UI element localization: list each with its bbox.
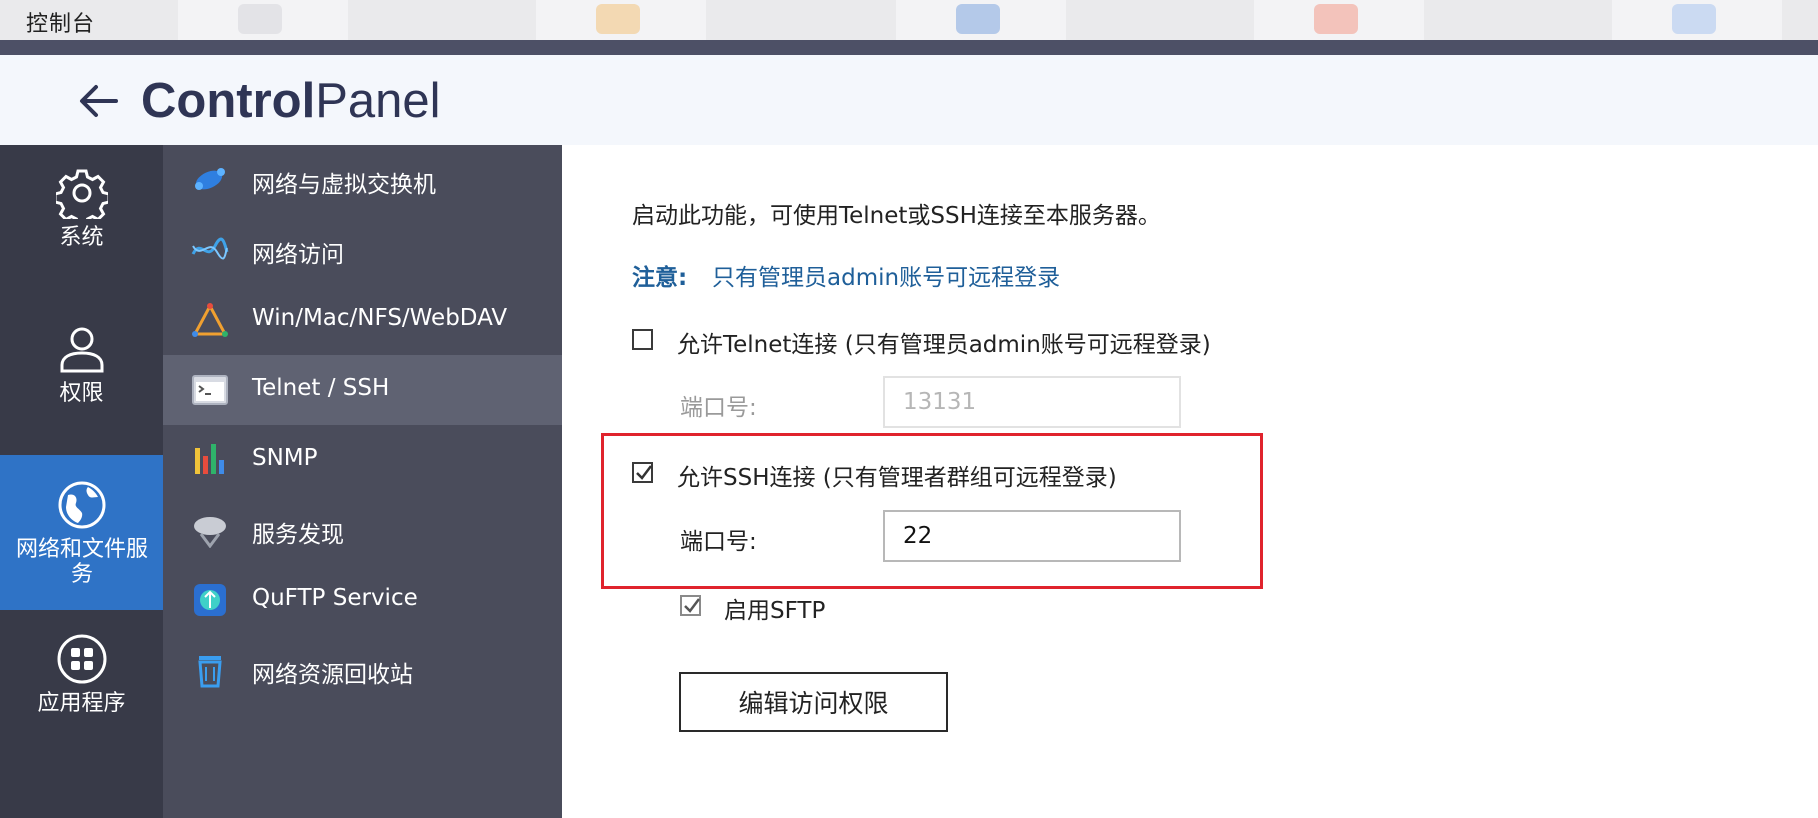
checkmark-icon: [684, 598, 700, 613]
rail-item-system[interactable]: 系统: [0, 167, 163, 287]
note-text: 只有管理员admin账号可远程登录: [712, 265, 1061, 291]
console-topbar: 控制台: [0, 0, 1818, 40]
description-text: 启动此功能，可使用Telnet或SSH连接至本服务器。: [632, 203, 1161, 229]
satellite-dish-icon: [194, 517, 226, 548]
sub-menu: 网络与虚拟交换机 网络访问 Win/Mac/NFS/WebDAV Telnet …: [163, 145, 562, 818]
rail-label: 网络和文件服务: [15, 537, 148, 587]
rail-item-applications[interactable]: 应用程序: [0, 633, 163, 753]
terminal-icon: [192, 375, 228, 405]
submenu-label: 网络与虚拟交换机: [252, 172, 436, 198]
app-tile[interactable]: [536, 0, 706, 40]
rail-label: 应用程序: [37, 691, 126, 716]
submenu-label: 网络资源回收站: [252, 662, 413, 688]
file-protocols-icon: [192, 302, 228, 337]
rail-label: 权限: [59, 381, 104, 406]
telnet-port-input[interactable]: [883, 376, 1181, 428]
page-title-light: Panel: [315, 74, 441, 128]
sftp-checkbox[interactable]: [680, 595, 701, 616]
network-switch-icon: [195, 168, 225, 190]
app-tile[interactable]: [1612, 0, 1782, 40]
user-icon: [60, 327, 103, 373]
apps-grid-icon: [57, 634, 106, 684]
window-frame-band: [0, 40, 1818, 55]
gear-icon: [55, 169, 108, 219]
submenu-label: 网络访问: [252, 242, 344, 268]
submenu-item-network-switch[interactable]: 网络与虚拟交换机: [163, 145, 562, 215]
rail-label: 系统: [59, 225, 104, 250]
app-tile[interactable]: [1254, 0, 1424, 40]
page-title: ControlPanel: [141, 73, 441, 129]
app-header: ControlPanel: [0, 55, 1818, 145]
submenu-label: 服务发现: [252, 522, 344, 548]
ssh-port-label: 端口号:: [680, 529, 757, 555]
edit-access-permissions-button[interactable]: 编辑访问权限: [679, 672, 948, 732]
submenu-item-recycle-bin[interactable]: 网络资源回收站: [163, 635, 562, 705]
submenu-label: Win/Mac/NFS/WebDAV: [252, 305, 508, 331]
arrow-left-icon[interactable]: [76, 81, 120, 121]
recycle-bin-icon: [198, 656, 222, 688]
submenu-label: QuFTP Service: [252, 585, 418, 611]
network-access-icon: [191, 237, 229, 260]
rail-item-permissions[interactable]: 权限: [0, 323, 163, 443]
submenu-item-service-discovery[interactable]: 服务发现: [163, 495, 562, 565]
submenu-item-file-protocols[interactable]: Win/Mac/NFS/WebDAV: [163, 285, 562, 355]
submenu-label: SNMP: [252, 445, 318, 471]
ssh-checkbox[interactable]: [632, 462, 653, 483]
ssh-label: 允许SSH连接 (只有管理者群组可远程登录): [677, 465, 1117, 491]
page-title-bold: Control: [141, 74, 316, 128]
bar-chart-icon: [195, 444, 224, 474]
submenu-label: Telnet / SSH: [252, 375, 390, 401]
app-tile[interactable]: [178, 0, 348, 40]
telnet-checkbox[interactable]: [632, 329, 653, 350]
category-rail: 系统 权限 网络和文件服务 应用程序: [0, 145, 163, 818]
submenu-item-network-access[interactable]: 网络访问: [163, 215, 562, 285]
telnet-label: 允许Telnet连接 (只有管理员admin账号可远程登录): [677, 332, 1211, 358]
telnet-port-label: 端口号:: [680, 395, 757, 421]
console-title: 控制台: [26, 12, 96, 37]
globe-icon: [58, 481, 105, 529]
submenu-item-snmp[interactable]: SNMP: [163, 425, 562, 495]
note-label: 注意:: [632, 265, 688, 291]
ssh-port-input[interactable]: [883, 510, 1181, 562]
app-tile[interactable]: [896, 0, 1066, 40]
ftp-icon: [194, 584, 226, 616]
sftp-label: 启用SFTP: [724, 598, 826, 624]
submenu-item-quftp[interactable]: QuFTP Service: [163, 565, 562, 635]
checkmark-icon: [636, 465, 652, 480]
rail-item-network-file-services[interactable]: 网络和文件服务: [0, 455, 163, 610]
submenu-item-telnet-ssh[interactable]: Telnet / SSH: [163, 355, 562, 425]
